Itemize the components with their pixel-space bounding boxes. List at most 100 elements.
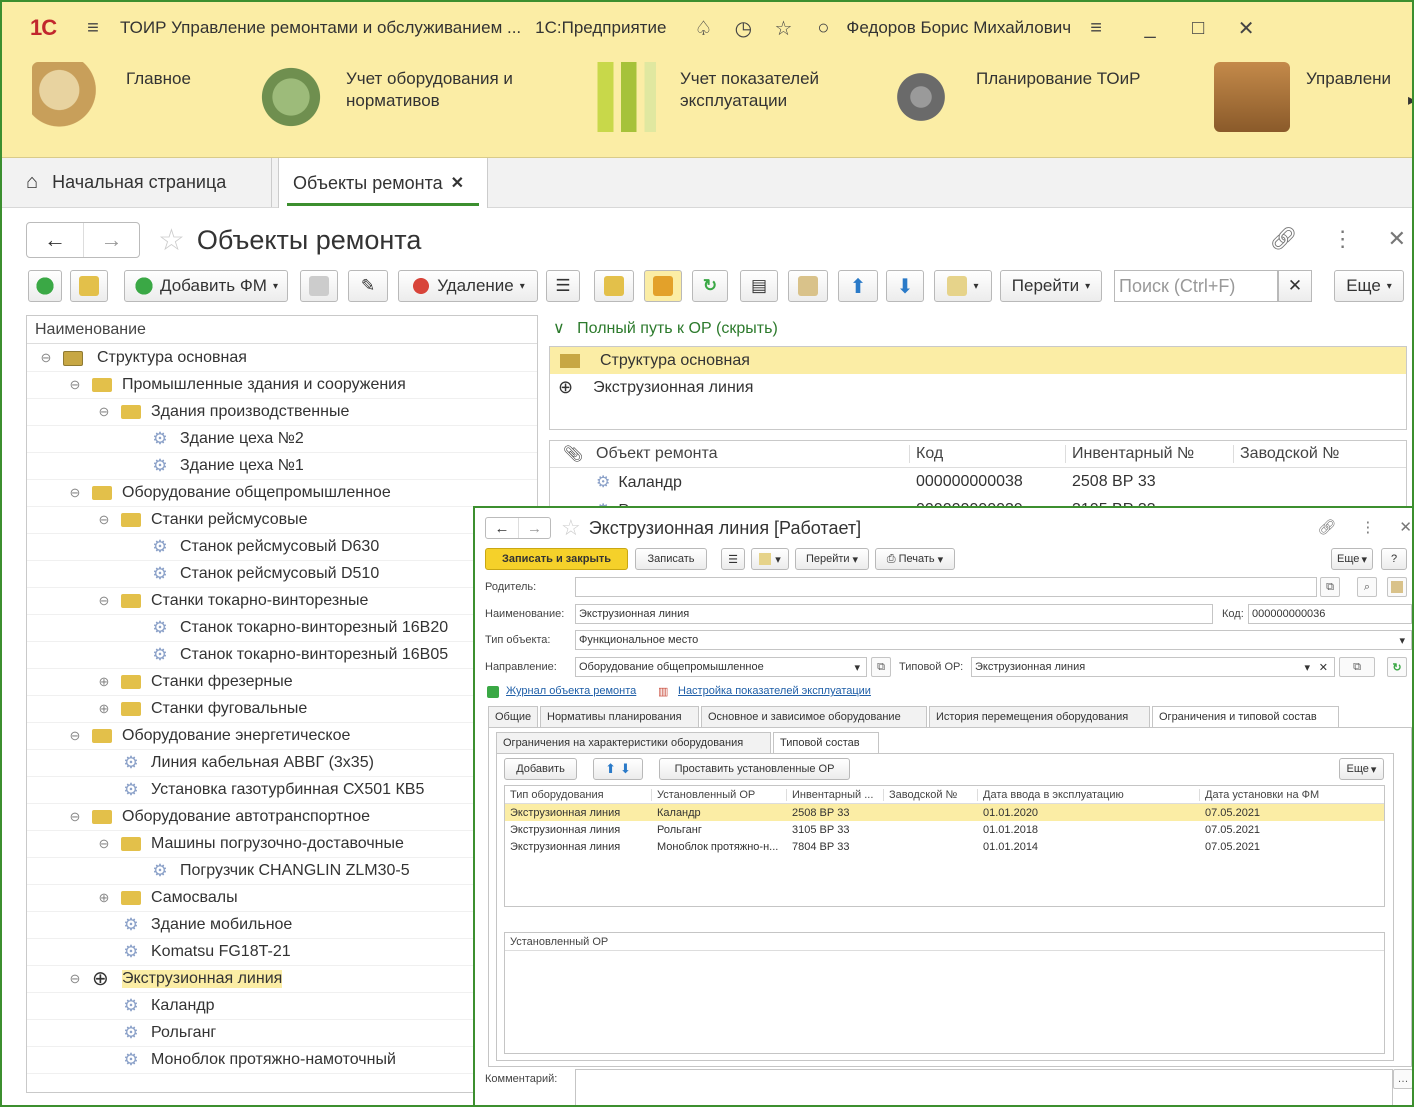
tree-node[interactable]: ⚙ Моноблок протяжно-намоточный <box>27 1047 537 1074</box>
move-up-button[interactable]: ⬆ <box>838 270 878 302</box>
more-vertical-icon[interactable]: ⋮ <box>1360 518 1375 536</box>
section-indicators[interactable]: Учет показателей эксплуатации <box>586 62 860 132</box>
tab-repair-objects[interactable]: Объекты ремонта ✕ <box>278 158 488 208</box>
close-tab-icon[interactable]: ✕ <box>451 173 464 193</box>
tree-node[interactable]: ⚙ Установка газотурбинная СХ501 КВ5 <box>27 777 537 804</box>
tree-node[interactable]: ⚙ Станок токарно-винторезный 16В20 <box>27 615 537 642</box>
goto-button[interactable]: Перейти ▾ <box>795 548 869 570</box>
report-button[interactable]: ▾ <box>934 270 992 302</box>
close-form-icon[interactable]: ✕ <box>1388 226 1406 252</box>
tree-node[interactable]: ⚙ Линия кабельная АВВГ (3х35) <box>27 750 537 777</box>
collapse-icon[interactable]: ⊖ <box>68 971 82 987</box>
collapse-icon[interactable]: ⊖ <box>97 404 111 420</box>
tree-node[interactable]: ⚙ Каландр <box>27 993 537 1020</box>
scroll-right-icon[interactable]: ▸ <box>1408 90 1412 110</box>
column-header[interactable]: Дата ввода в эксплуатацию <box>978 788 1200 801</box>
hierarchy-button[interactable] <box>644 270 682 302</box>
folder-up-button[interactable] <box>594 270 634 302</box>
help-button[interactable]: ? <box>1381 548 1407 570</box>
tab-dependent-equipment[interactable]: Основное и зависимое оборудование <box>701 706 927 728</box>
print-button[interactable]: ⎙ Печать ▾ <box>875 548 955 570</box>
refresh-typical-button[interactable]: ↻ <box>1387 657 1407 677</box>
search-icon[interactable]: ○ <box>810 15 836 41</box>
goto-button[interactable]: Перейти ▾ <box>1000 270 1102 302</box>
table-row[interactable]: Экструзионная линия Моноблок протяжно-н..… <box>505 838 1384 855</box>
path-row[interactable]: Структура основная <box>550 347 1406 374</box>
move-down-button[interactable]: ⬇ <box>886 270 924 302</box>
expand-icon[interactable]: ⊕ <box>97 890 111 906</box>
collapse-icon[interactable]: ⊖ <box>97 836 111 852</box>
favorite-star-icon[interactable]: ☆ <box>561 515 581 541</box>
table-row[interactable]: ⚙ Каландр 000000000038 2508 ВР 33 <box>550 468 1406 496</box>
name-field[interactable]: Экструзионная линия <box>575 604 1213 624</box>
tree-node[interactable]: ⊕ Самосвалы <box>27 885 537 912</box>
tree-node[interactable]: ⚙ Станок токарно-винторезный 16В05 <box>27 642 537 669</box>
paste-button[interactable] <box>788 270 828 302</box>
add-fm-button[interactable]: Добавить ФМ ▾ <box>124 270 288 302</box>
tab-movement-history[interactable]: История перемещения оборудования <box>929 706 1150 728</box>
favorites-star-icon[interactable]: ☆ <box>770 15 796 41</box>
save-and-close-button[interactable]: Записать и закрыть <box>485 548 628 570</box>
column-header[interactable]: Объект ремонта <box>590 445 910 463</box>
section-main[interactable]: Главное <box>32 62 191 132</box>
expand-icon[interactable]: ⊕ <box>97 701 111 717</box>
expand-icon[interactable]: ⊕ <box>97 674 111 690</box>
tab-home[interactable]: ⌂ Начальная страница <box>12 158 272 207</box>
link-icon[interactable]: 🔗︎ <box>1317 518 1336 536</box>
list-button[interactable]: ☰ <box>721 548 745 570</box>
tree-node[interactable]: ⚙ Станок рейсмусовый D510 <box>27 561 537 588</box>
open-typical-button[interactable]: ⧉ <box>1339 657 1375 677</box>
back-arrow-icon[interactable]: ← <box>486 518 518 538</box>
table-row[interactable]: Экструзионная линия Каландр 2508 ВР 33 01.0… <box>505 804 1384 821</box>
column-header[interactable]: Заводской № <box>884 788 978 801</box>
column-header[interactable]: Инвентарный № <box>1066 445 1234 463</box>
open-parent-button[interactable]: ⧉ <box>1320 577 1340 597</box>
section-equipment[interactable]: Учет оборудования и нормативов <box>252 62 546 132</box>
tree-node[interactable]: ⊖ ⊕ Экструзионная линия <box>27 966 537 993</box>
tree-node[interactable]: ⊖ Машины погрузочно-доставочные <box>27 831 537 858</box>
tree-node[interactable]: ⚙ Здание мобильное <box>27 912 537 939</box>
table-row[interactable]: Экструзионная линия Рольганг 3105 ВР 33 01.… <box>505 821 1384 838</box>
history-icon[interactable]: ◷ <box>730 15 756 41</box>
tree-node[interactable]: ⊖ Оборудование общепромышленное <box>27 480 537 507</box>
tree-node[interactable]: ⊖ Станки рейсмусовые <box>27 507 537 534</box>
subtab-restrictions[interactable]: Ограничения на характеристики оборудован… <box>496 732 771 754</box>
comment-expand-button[interactable]: … <box>1393 1069 1412 1089</box>
menu-icon[interactable]: ≡ <box>80 15 106 41</box>
parent-field[interactable] <box>575 577 1317 597</box>
tree-node[interactable]: ⚙ Здание цеха №2 <box>27 426 537 453</box>
tree-view-button[interactable]: ▤ <box>740 270 778 302</box>
tab-planning-norms[interactable]: Нормативы планирования <box>540 706 699 728</box>
tree-node[interactable]: ⊕ Станки фрезерные <box>27 669 537 696</box>
refresh-button[interactable]: ↻ <box>692 270 728 302</box>
tree-node[interactable]: ⚙ Погрузчик CHANGLIN ZLM30-5 <box>27 858 537 885</box>
report-button[interactable]: ▾ <box>751 548 789 570</box>
type-select[interactable]: Функциональное место ▾ <box>575 630 1412 650</box>
favorite-star-icon[interactable]: ☆ <box>158 223 185 258</box>
tree-node[interactable]: ⊖ Структура основная <box>27 345 537 372</box>
collapse-icon[interactable]: ⊖ <box>68 485 82 501</box>
collapse-icon[interactable]: ⊖ <box>68 377 82 393</box>
add-button[interactable]: Добавить <box>504 758 577 780</box>
column-header[interactable]: Код <box>910 445 1066 463</box>
forward-arrow-icon[interactable]: → <box>518 518 550 538</box>
bell-icon[interactable]: ♤ <box>690 15 716 41</box>
minimize-icon[interactable]: _ <box>1137 15 1163 41</box>
tree-node[interactable]: ⚙ Рольганг <box>27 1020 537 1047</box>
more-button[interactable]: Еще ▾ <box>1331 548 1373 570</box>
tree-node[interactable]: ⚙ Станок рейсмусовый D630 <box>27 534 537 561</box>
list-view-button[interactable]: ☰ <box>546 270 580 302</box>
forward-arrow-icon[interactable]: → <box>83 223 139 257</box>
set-installed-button[interactable]: Проставить установленные ОР <box>659 758 850 780</box>
path-row[interactable]: ⊕ Экструзионная линия <box>550 374 1406 401</box>
clipboard-button[interactable] <box>1387 577 1407 597</box>
sub-more-button[interactable]: Еще ▾ <box>1339 758 1384 780</box>
delete-button[interactable]: Удаление ▾ <box>398 270 538 302</box>
column-header[interactable]: Тип оборудования <box>505 788 652 801</box>
tree-node[interactable]: ⊖ Станки токарно-винторезные <box>27 588 537 615</box>
save-button[interactable]: Записать <box>635 548 707 570</box>
column-header[interactable]: Инвентарный ... <box>787 788 884 801</box>
tree-node[interactable]: ⚙ Komatsu FG18T-21 <box>27 939 537 966</box>
more-vertical-icon[interactable]: ⋮ <box>1332 226 1354 252</box>
tree-node[interactable]: ⊖ Оборудование энергетическое <box>27 723 537 750</box>
